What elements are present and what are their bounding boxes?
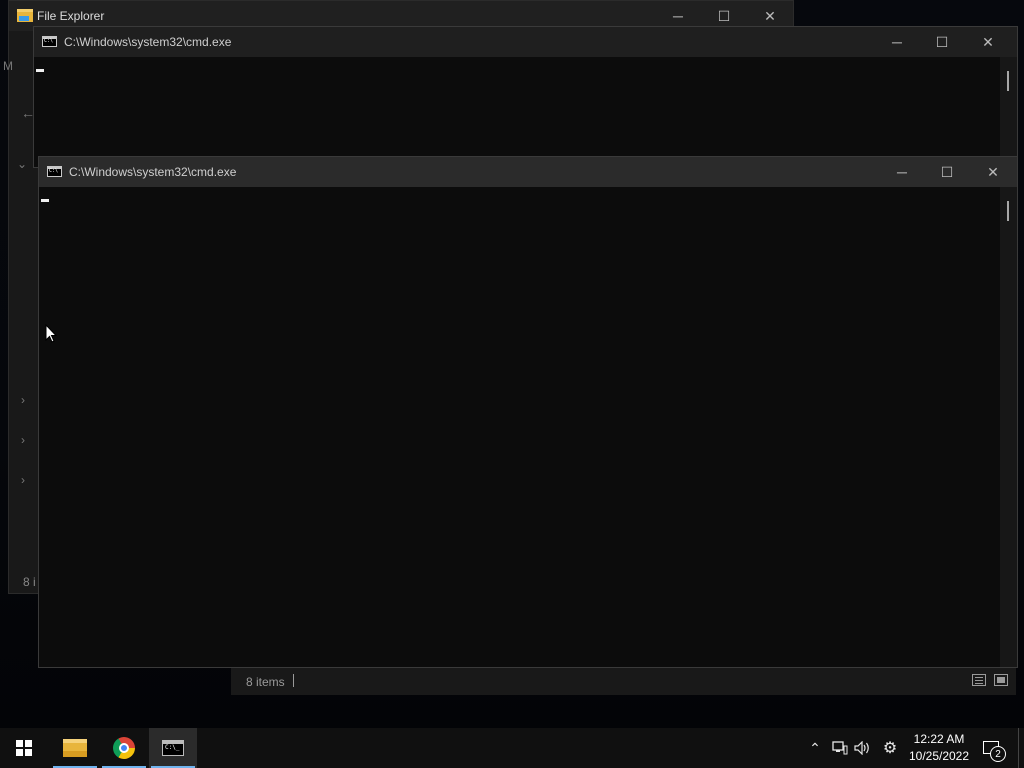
- scrollbar-thumb[interactable]: [1007, 71, 1009, 91]
- item-count: 8 items: [246, 675, 285, 689]
- ribbon-tab-letter[interactable]: M: [3, 59, 13, 73]
- taskbar-command-prompt[interactable]: [149, 728, 197, 768]
- scrollbar-thumb[interactable]: [1007, 201, 1009, 221]
- details-view-icon[interactable]: [972, 674, 986, 686]
- start-button[interactable]: [0, 728, 48, 768]
- console-output-front[interactable]: [39, 187, 1017, 667]
- chevron-right-icon[interactable]: ›: [21, 433, 25, 447]
- cmd-title-back: C:\Windows\system32\cmd.exe: [64, 35, 232, 49]
- volume-icon: [854, 741, 869, 755]
- terminal-icon: [162, 740, 184, 756]
- close-button[interactable]: ✕: [970, 157, 1016, 187]
- minimize-button[interactable]: ─: [879, 157, 925, 187]
- clock-date: 10/25/2022: [908, 749, 970, 763]
- minimize-icon: ─: [892, 34, 902, 50]
- settings-icon: ⚙: [882, 740, 898, 757]
- desktop: File Explorer ─ ☐ ✕ M ← ⌄ › › › 8 i 8 it…: [0, 0, 1024, 728]
- cmd-window-front[interactable]: C:\Windows\system32\cmd.exe ─ ☐ ✕: [38, 156, 1018, 668]
- minimize-button[interactable]: ─: [874, 27, 920, 57]
- cmd-titlebar-back[interactable]: C:\Windows\system32\cmd.exe ─ ☐ ✕: [34, 27, 1017, 57]
- close-icon: ✕: [982, 33, 994, 50]
- volume-button[interactable]: [852, 728, 874, 768]
- file-explorer-title: File Explorer: [37, 9, 105, 23]
- chevron-down-icon[interactable]: ⌄: [17, 157, 27, 171]
- cmd-titlebar-front[interactable]: C:\Windows\system32\cmd.exe ─ ☐ ✕: [39, 157, 1017, 187]
- clock[interactable]: 12:22 AM 10/25/2022: [906, 731, 972, 765]
- taskbar-chrome[interactable]: [100, 728, 148, 768]
- network-button[interactable]: [829, 728, 851, 768]
- maximize-icon: ☐: [940, 163, 954, 180]
- show-desktop-button[interactable]: [1018, 728, 1024, 768]
- large-icons-view-icon[interactable]: [994, 674, 1008, 686]
- notification-badge: 2: [990, 746, 1006, 762]
- chrome-icon: [113, 737, 135, 759]
- taskbar-file-explorer[interactable]: [51, 728, 99, 768]
- cmd-title-front: C:\Windows\system32\cmd.exe: [69, 165, 237, 179]
- console-output-back[interactable]: [34, 57, 1017, 167]
- scrollbar[interactable]: [1000, 187, 1017, 667]
- settings-button[interactable]: ⚙: [879, 728, 901, 768]
- chevron-right-icon[interactable]: ›: [21, 473, 25, 487]
- chevron-up-icon: ⌃: [809, 739, 821, 756]
- close-icon: ✕: [987, 163, 999, 180]
- show-hidden-icons-button[interactable]: ⌃: [805, 728, 825, 768]
- windows-logo-icon: [16, 740, 32, 756]
- item-count-partial: 8 i: [23, 575, 36, 589]
- maximize-icon: ☐: [935, 33, 949, 50]
- close-icon: ✕: [764, 7, 776, 24]
- network-icon: [832, 741, 848, 755]
- minimize-icon: ─: [897, 164, 907, 180]
- maximize-button[interactable]: ☐: [924, 157, 970, 187]
- taskbar: ⌃ ⚙ 12:22 AM 10/25/2022 2: [0, 728, 1024, 768]
- file-explorer-statusbar: 8 items: [231, 667, 1016, 695]
- close-button[interactable]: ✕: [965, 27, 1011, 57]
- chevron-right-icon[interactable]: ›: [21, 393, 25, 407]
- folder-icon: [17, 9, 33, 22]
- cmd-window-back[interactable]: C:\Windows\system32\cmd.exe ─ ☐ ✕: [33, 26, 1018, 168]
- action-center-button[interactable]: 2: [980, 728, 1006, 768]
- minimize-icon: ─: [673, 8, 683, 24]
- maximize-icon: ☐: [717, 7, 731, 24]
- maximize-button[interactable]: ☐: [919, 27, 965, 57]
- clock-time: 12:22 AM: [913, 732, 965, 746]
- terminal-icon: [47, 166, 62, 177]
- status-separator: [293, 674, 294, 687]
- scrollbar[interactable]: [1000, 57, 1017, 167]
- terminal-icon: [42, 36, 57, 47]
- mouse-pointer-icon: [45, 324, 57, 343]
- text-cursor: [36, 69, 44, 72]
- folder-icon: [63, 739, 87, 757]
- text-cursor: [41, 199, 49, 202]
